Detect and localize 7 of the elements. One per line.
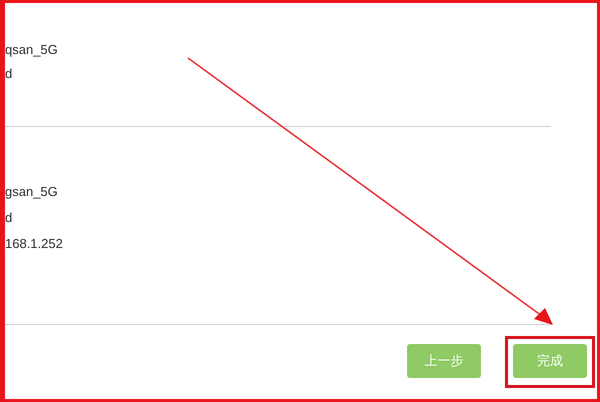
info-text: gsan_5G [5, 183, 59, 201]
finish-button[interactable]: 完成 [513, 344, 587, 378]
info-text: d [5, 65, 14, 83]
info-text: 168.1.252 [5, 235, 64, 253]
info-text: qsan_5G [5, 41, 59, 59]
info-text: d [5, 209, 14, 227]
back-button[interactable]: 上一步 [407, 344, 481, 378]
